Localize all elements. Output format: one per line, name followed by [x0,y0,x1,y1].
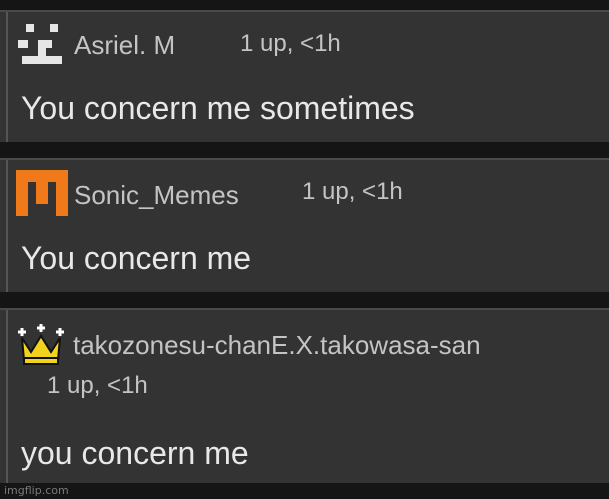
comment-meta: 1 up, <1h [47,372,148,399]
comment-card: Sonic_Memes 1 up, <1h You concern me [0,158,609,292]
comment-meta: 1 up, <1h [302,178,403,205]
comment-text: You concern me sometimes [21,90,415,126]
comment-text: You concern me [21,240,252,276]
comment-thread: Asriel. M 1 up, <1h You concern me somet… [0,0,609,499]
crown-icon[interactable] [18,322,64,368]
pixel-face-icon[interactable] [16,18,66,68]
comment-username[interactable]: takozonesu-chanE.X.takowasa-san [73,330,481,361]
watermark: imgflip.com [4,484,69,497]
comment-meta: 1 up, <1h [240,30,341,57]
comment-username[interactable]: Asriel. M [74,30,175,61]
comment-text: you concern me [21,435,249,471]
comment-card: takozonesu-chanE.X.takowasa-san 1 up, <1… [0,308,609,483]
comment-card: Asriel. M 1 up, <1h You concern me somet… [0,10,609,142]
comment-username[interactable]: Sonic_Memes [74,180,239,211]
orange-m-logo-icon[interactable] [16,168,68,218]
